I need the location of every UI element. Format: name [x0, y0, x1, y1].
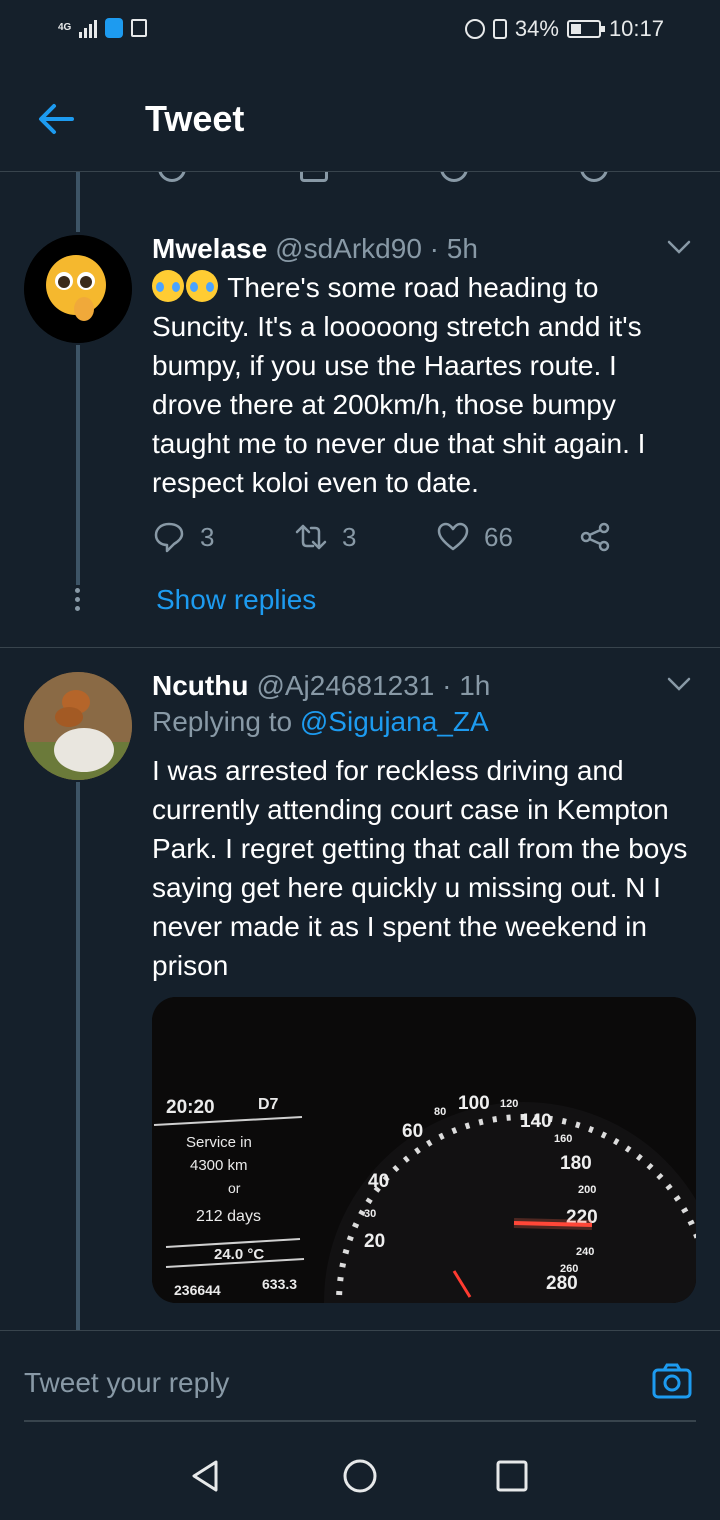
retweet-count: 3	[342, 521, 357, 552]
chevron-down-icon[interactable]	[666, 234, 692, 260]
avatar[interactable]	[24, 235, 132, 343]
speed-tick: 160	[554, 1133, 572, 1145]
dash-clock: 20:20	[166, 1097, 215, 1118]
battery-percent: 34%	[514, 16, 559, 41]
show-replies-link[interactable]: Show replies	[156, 584, 316, 616]
display-name[interactable]: Mwelase	[152, 233, 267, 265]
like-button[interactable]: 66	[436, 520, 513, 554]
reply-count: 3	[200, 521, 215, 552]
page-title: Tweet	[145, 98, 245, 139]
joy-emoji-icon	[186, 270, 218, 302]
reply-button[interactable]: 3	[152, 520, 214, 554]
speed-tick: 40	[368, 1171, 389, 1192]
like-count: 66	[484, 521, 513, 552]
avatar[interactable]	[24, 672, 132, 780]
mention-link[interactable]: @Sigujana_ZA	[300, 706, 489, 737]
speed-tick: 240	[576, 1246, 594, 1258]
tweet-author: Mwelase @sdArkd90 · 5h	[152, 233, 478, 265]
retweet-button[interactable]: 3	[294, 520, 356, 554]
tweet-text: There's some road heading to Suncity. It…	[152, 268, 692, 502]
speedometer-photo: 20 30 40 60 80 100 120 140 160 180 200 2…	[152, 997, 696, 1303]
thread-line	[76, 172, 80, 232]
retweet-icon	[295, 524, 327, 550]
clock: 10:17	[608, 16, 664, 41]
previous-tweet-actions	[0, 172, 720, 190]
dash-service-days: 212 days	[196, 1208, 261, 1225]
reply-underline	[24, 1420, 696, 1422]
nav-home-icon[interactable]	[342, 1458, 378, 1494]
speed-tick: 30	[364, 1208, 376, 1220]
reply-composer: Tweet your reply	[0, 1330, 720, 1422]
share-icon[interactable]	[580, 172, 608, 182]
divider	[0, 647, 720, 648]
replying-to-label: Replying to	[152, 706, 300, 737]
speed-tick: 280	[546, 1273, 578, 1294]
network-type: 4G	[58, 22, 72, 33]
display-name[interactable]: Ncuthu	[152, 670, 248, 702]
speed-tick: 20	[364, 1231, 385, 1252]
app-header: Tweet	[0, 60, 720, 172]
heart-icon	[437, 522, 469, 551]
alarm-icon	[464, 19, 485, 39]
heart-icon[interactable]	[440, 172, 468, 182]
notification-icon	[131, 19, 148, 37]
back-button[interactable]	[30, 94, 80, 144]
dash-odometer: 236644	[174, 1282, 221, 1298]
tweet-media-image[interactable]: 20 30 40 60 80 100 120 140 160 180 200 2…	[152, 997, 696, 1303]
tweet-text-content: There's some road heading to Suncity. It…	[152, 272, 646, 498]
shield-icon	[105, 18, 124, 38]
speed-tick: 60	[402, 1121, 423, 1142]
tweet-author: Ncuthu @Aj24681231 · 1h	[152, 670, 490, 702]
dash-service-line1: Service in	[186, 1134, 252, 1151]
dash-temperature: 24.0 °C	[214, 1246, 264, 1263]
speed-tick: 200	[578, 1184, 596, 1196]
nav-recents-icon[interactable]	[494, 1458, 530, 1494]
vibrate-icon	[492, 19, 507, 39]
pleading-face-emoji-avatar	[24, 235, 132, 343]
handle-time: @Aj24681231 · 1h	[256, 670, 491, 701]
thread-dots-icon	[72, 588, 82, 616]
battery-icon	[566, 20, 605, 38]
status-bar: 4G 34% 10:17	[0, 0, 720, 60]
status-right: 34% 10:17	[464, 16, 664, 42]
dash-gear: D7	[258, 1096, 279, 1113]
dash-service-line2: 4300 km	[190, 1157, 248, 1174]
thread-line	[76, 345, 80, 585]
system-nav-bar	[0, 1430, 720, 1520]
signal-icon	[79, 18, 98, 38]
reply-icon[interactable]	[158, 172, 186, 182]
speed-tick: 180	[560, 1153, 592, 1174]
reply-input[interactable]: Tweet your reply	[24, 1367, 229, 1399]
speed-tick: 100	[458, 1093, 490, 1114]
back-arrow-icon	[39, 104, 74, 134]
replying-to: Replying to @Sigujana_ZA	[152, 706, 489, 738]
chevron-down-icon[interactable]	[666, 671, 692, 697]
goat-dog-photo-avatar	[24, 672, 132, 780]
thread-line	[76, 782, 80, 1330]
tweet-actions: 3 3 66	[152, 520, 622, 560]
speed-tick: 120	[500, 1098, 518, 1110]
status-left: 4G	[58, 18, 148, 38]
speed-tick: 80	[434, 1106, 446, 1118]
nav-back-icon[interactable]	[188, 1458, 224, 1494]
reply-icon	[154, 522, 184, 553]
handle-time: @sdArkd90 · 5h	[275, 233, 478, 264]
tweet-text: I was arrested for reckless driving and …	[152, 755, 688, 981]
camera-icon[interactable]	[652, 1363, 692, 1399]
speed-tick: 140	[520, 1111, 552, 1132]
dash-trip: 633.3	[262, 1276, 297, 1292]
retweet-icon[interactable]	[300, 172, 328, 182]
share-button[interactable]	[578, 520, 612, 554]
dash-service-or: or	[228, 1180, 241, 1196]
joy-emoji-icon	[152, 270, 184, 302]
share-icon	[580, 522, 610, 552]
